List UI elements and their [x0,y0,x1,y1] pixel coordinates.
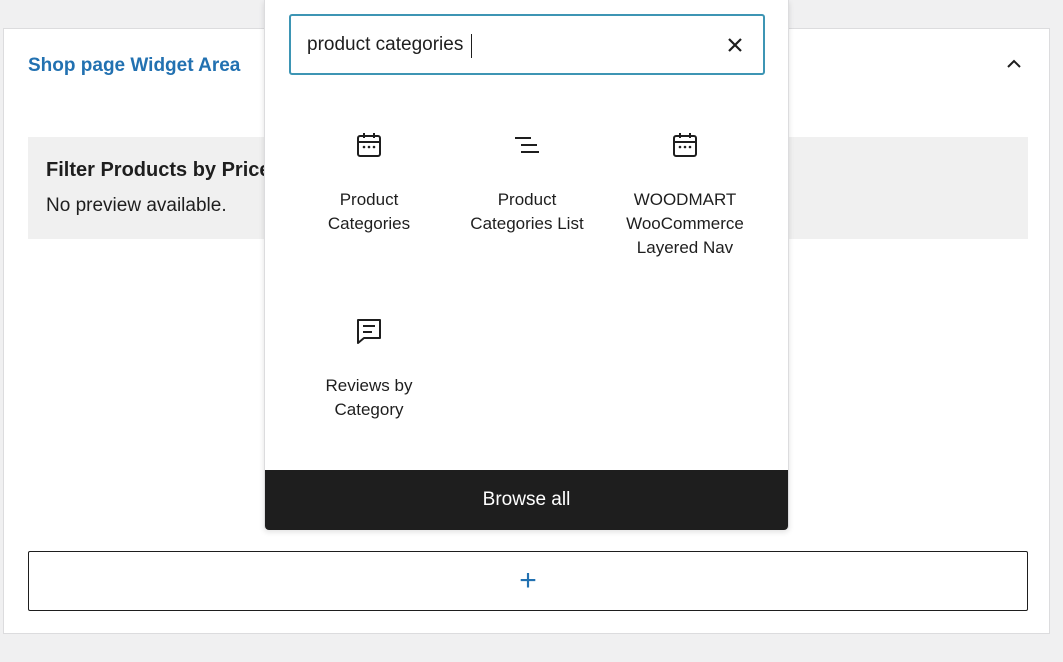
list-lines-icon [515,137,539,153]
search-input[interactable] [307,29,707,61]
comment-icon [357,319,381,344]
block-inserter-popover: Product Categories Product Categories Li… [264,0,789,530]
close-icon [728,38,742,52]
block-result-woodmart-layered-nav[interactable]: WOODMART WooCommerce Layered Nav [610,132,760,260]
add-block-button[interactable]: + [28,551,1028,611]
collapse-button[interactable] [1001,51,1027,77]
block-label: Product Categories [327,190,411,233]
clear-search-button[interactable] [721,31,749,59]
block-result-product-categories[interactable]: Product Categories [294,132,444,236]
chevron-up-icon [1007,59,1021,68]
calendar-icon [357,133,381,157]
plus-icon: + [519,564,537,597]
widget-title: Filter Products by Price [46,159,271,181]
calendar-icon [673,133,697,157]
text-caret [471,34,472,58]
block-label: Reviews by Category [325,376,413,419]
block-label: Product Categories List [470,190,584,233]
block-label: WOODMART WooCommerce Layered Nav [626,190,744,257]
widget-area-title[interactable]: Shop page Widget Area [28,55,240,77]
block-result-product-categories-list[interactable]: Product Categories List [452,132,602,236]
search-box[interactable] [289,14,765,75]
browse-all-button[interactable]: Browse all [265,470,788,530]
block-result-reviews-by-category[interactable]: Reviews by Category [294,318,444,422]
widget-preview-note: No preview available. [46,195,227,216]
